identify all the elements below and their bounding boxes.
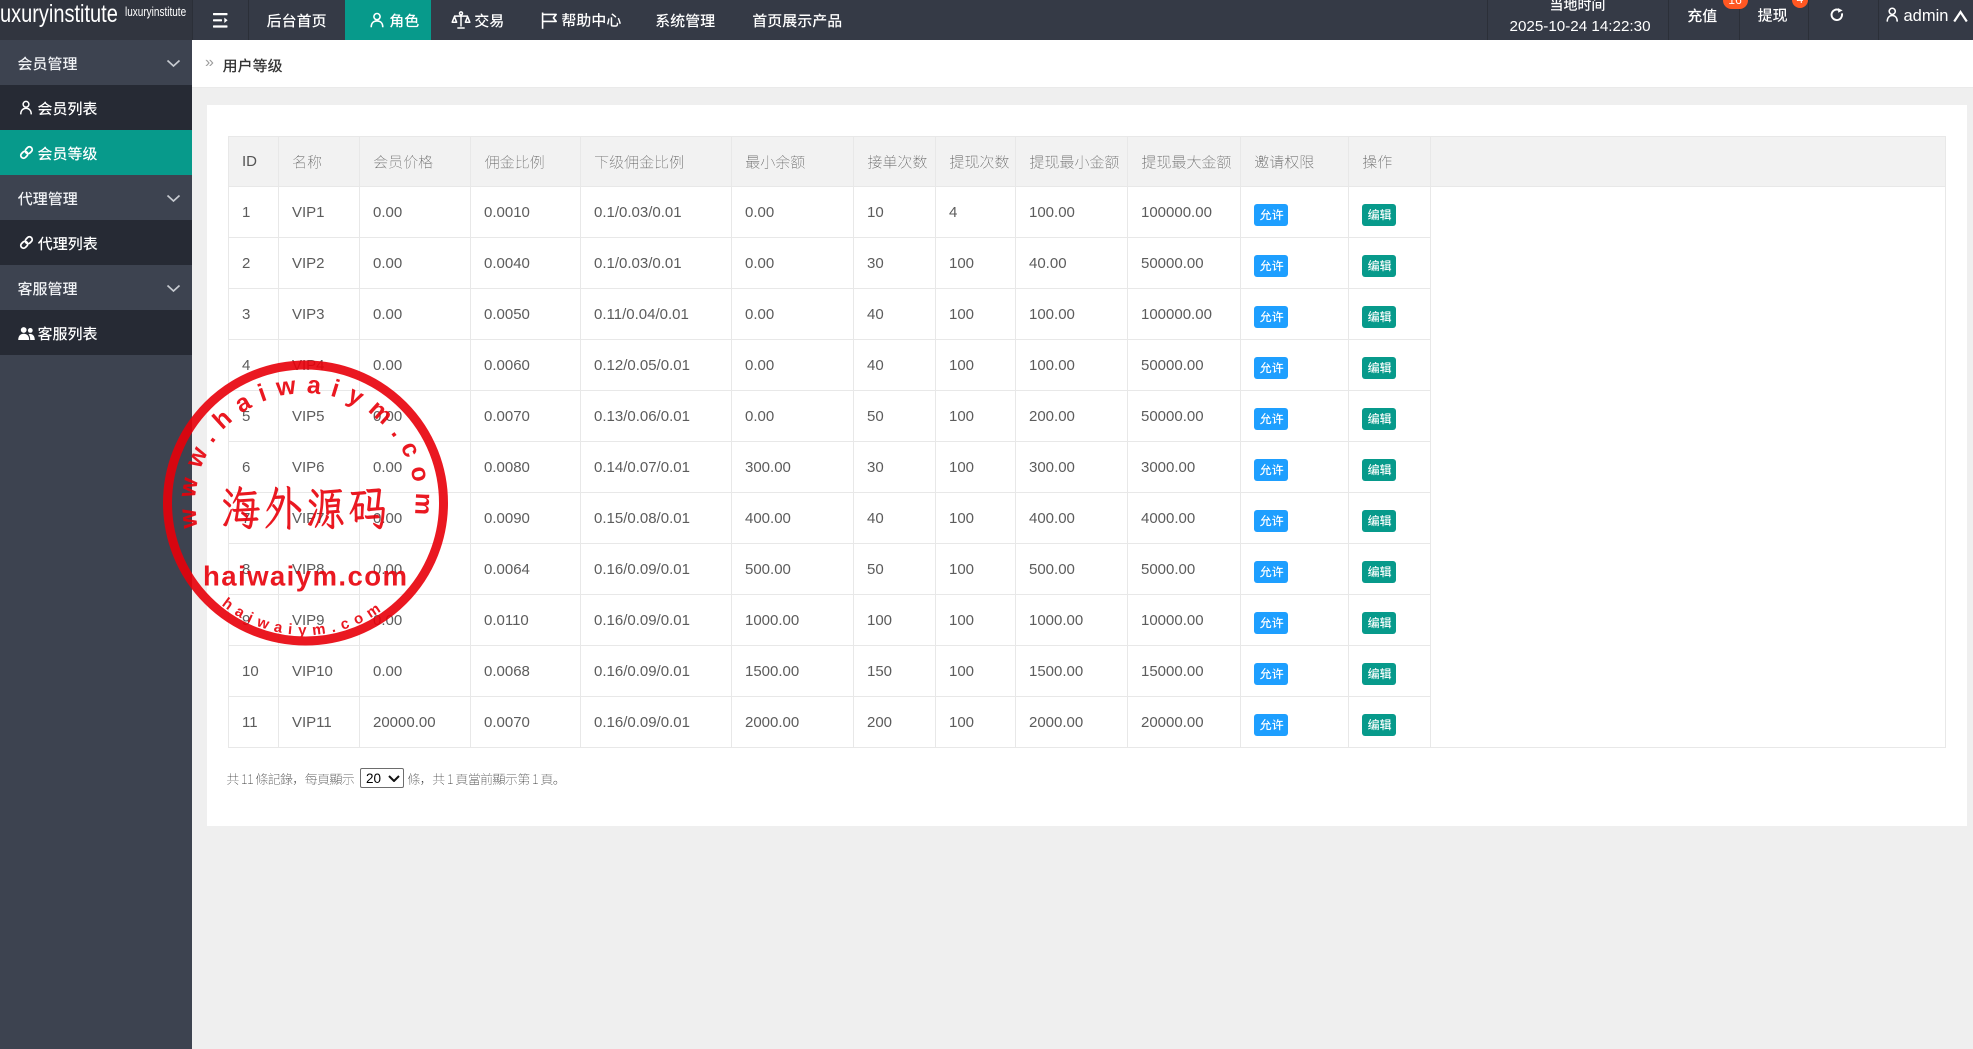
svg-text:haiwaiym.com: haiwaiym.com	[203, 560, 408, 591]
svg-text:www.haiwaiym.com: www.haiwaiym.com	[173, 370, 438, 530]
